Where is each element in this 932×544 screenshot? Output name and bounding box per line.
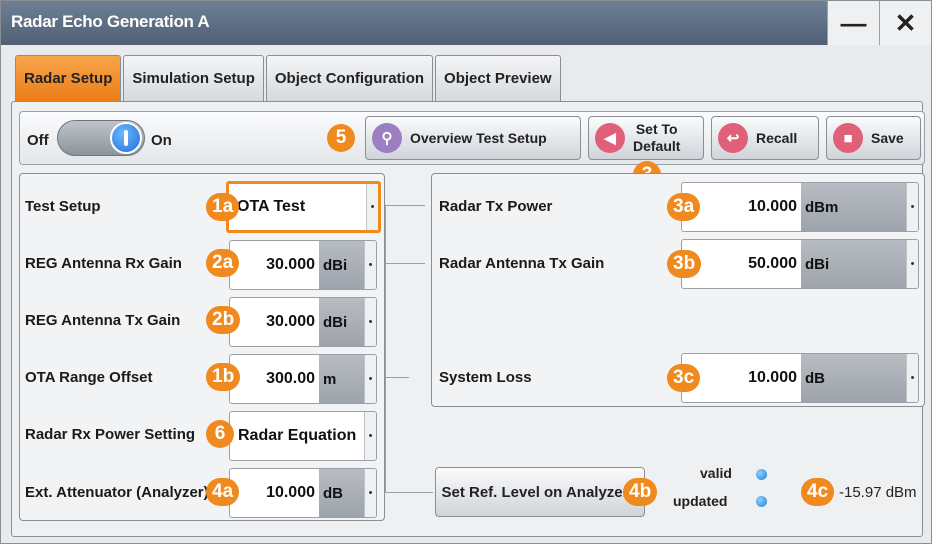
callout-badge-4b: 4b — [623, 478, 658, 506]
test-setup-value: OTA Test — [237, 198, 306, 215]
attenuator-field[interactable]: 10.000 dB • — [229, 468, 377, 518]
default-line1: Set To — [635, 121, 678, 137]
system-loss-label: System Loss — [439, 369, 532, 386]
callout-badge-4a: 4a — [206, 478, 240, 506]
valid-indicator — [756, 469, 767, 480]
set-to-default-button[interactable]: ◀ Set To Default — [588, 116, 704, 160]
magnifier-icon: ⚲ — [372, 123, 402, 153]
default-button-label: Set To Default — [633, 121, 680, 155]
connector-attenuator — [385, 492, 433, 493]
rx-power-setting-value: Radar Equation — [238, 427, 357, 444]
dropdown-icon: • — [906, 354, 918, 402]
window-title: Radar Echo Generation A — [11, 12, 210, 31]
rx-gain-label: REG Antenna Rx Gain — [25, 255, 182, 272]
close-button[interactable]: ✕ — [879, 1, 931, 45]
range-offset-label: OTA Range Offset — [25, 369, 153, 386]
overview-test-setup-button[interactable]: ⚲ Overview Test Setup — [365, 116, 581, 160]
dropdown-icon: • — [906, 183, 918, 231]
on-label: On — [151, 132, 172, 149]
callout-badge-6: 6 — [206, 420, 234, 448]
attenuator-unit: dB — [319, 469, 364, 517]
tab-simulation-setup[interactable]: Simulation Setup — [123, 55, 264, 101]
dropdown-icon: • — [364, 412, 376, 460]
dropdown-icon: • — [364, 241, 376, 289]
tab-radar-setup[interactable]: Radar Setup — [15, 55, 122, 101]
dropdown-icon: • — [366, 184, 378, 230]
test-setup-label: Test Setup — [25, 198, 101, 215]
antenna-tx-gain-unit: dBi — [801, 240, 906, 288]
rx-gain-value: 30.000 — [266, 256, 315, 273]
recall-button[interactable]: ↩ Recall — [711, 116, 819, 160]
dropdown-icon: • — [906, 240, 918, 288]
default-line2: Default — [633, 138, 681, 154]
tab-bar: Radar Setup Simulation Setup Object Conf… — [15, 55, 563, 101]
dropdown-icon: • — [364, 298, 376, 346]
callout-badge-1a: 1a — [206, 193, 240, 221]
connector-range — [385, 377, 409, 378]
tx-gain-unit: dBi — [319, 298, 364, 346]
title-bar: Radar Echo Generation A — ✕ — [1, 1, 931, 45]
callout-badge-5: 5 — [327, 124, 355, 152]
antenna-tx-gain-label: Radar Antenna Tx Gain — [439, 255, 605, 272]
callout-badge-3c: 3c — [667, 364, 701, 392]
rx-gain-unit: dBi — [319, 241, 364, 289]
app-window: Radar Echo Generation A — ✕ Radar Setup … — [0, 0, 932, 544]
rx-power-setting-label: Radar Rx Power Setting — [25, 426, 196, 443]
range-offset-value: 300.00 — [266, 370, 315, 387]
antenna-tx-gain-field[interactable]: 50.000 dBi • — [681, 239, 919, 289]
state-toggle[interactable] — [57, 120, 145, 156]
overview-button-label: Overview Test Setup — [410, 130, 547, 146]
callout-badge-2a: 2a — [206, 249, 240, 277]
recall-button-label: Recall — [756, 130, 798, 146]
callout-badge-1b: 1b — [206, 363, 241, 391]
toggle-knob — [110, 122, 142, 154]
test-setup-select[interactable]: OTA Test • — [226, 181, 381, 233]
range-offset-unit: m — [319, 355, 364, 403]
valid-label: valid — [700, 465, 732, 481]
connector-tx-power — [385, 205, 425, 206]
recall-icon: ↩ — [718, 123, 748, 153]
updated-indicator — [756, 496, 767, 507]
tab-object-configuration[interactable]: Object Configuration — [265, 55, 434, 101]
rx-power-setting-select[interactable]: Radar Equation • — [229, 411, 377, 461]
set-ref-level-label: Set Ref. Level on Analyzer — [441, 483, 629, 501]
ref-level-result: -15.97 dBm — [839, 484, 917, 501]
tx-gain-value: 30.000 — [266, 313, 315, 330]
tx-gain-field[interactable]: 30.000 dBi • — [229, 297, 377, 347]
arrow-left-icon: ◀ — [595, 123, 625, 153]
callout-badge-2b: 2b — [206, 306, 241, 334]
dropdown-icon: • — [364, 355, 376, 403]
system-loss-field[interactable]: 10.000 dB • — [681, 353, 919, 403]
off-label: Off — [27, 132, 49, 149]
updated-label: updated — [673, 493, 728, 509]
floppy-icon: ■ — [833, 123, 863, 153]
callout-badge-3a: 3a — [667, 193, 701, 221]
connector-vertical — [385, 205, 386, 493]
connector-rx-gain — [385, 263, 425, 264]
callout-badge-3b: 3b — [667, 250, 702, 278]
tx-gain-label: REG Antenna Tx Gain — [25, 312, 181, 329]
callout-badge-4c: 4c — [801, 478, 835, 506]
save-button[interactable]: ■ Save — [826, 116, 921, 160]
set-ref-level-button[interactable]: Set Ref. Level on Analyzer — [435, 467, 645, 517]
tab-object-preview[interactable]: Object Preview — [435, 55, 561, 101]
dropdown-icon: • — [364, 469, 376, 517]
attenuator-label: Ext. Attenuator (Analyzer) — [25, 484, 209, 501]
minimize-button[interactable]: — — [827, 1, 879, 45]
system-loss-unit: dB — [801, 354, 906, 402]
attenuator-value: 10.000 — [266, 484, 315, 501]
tx-power-label: Radar Tx Power — [439, 198, 553, 215]
tx-power-field[interactable]: 10.000 dBm • — [681, 182, 919, 232]
rx-gain-field[interactable]: 30.000 dBi • — [229, 240, 377, 290]
range-offset-field[interactable]: 300.00 m • — [229, 354, 377, 404]
tx-power-unit: dBm — [801, 183, 906, 231]
save-button-label: Save — [871, 130, 904, 146]
